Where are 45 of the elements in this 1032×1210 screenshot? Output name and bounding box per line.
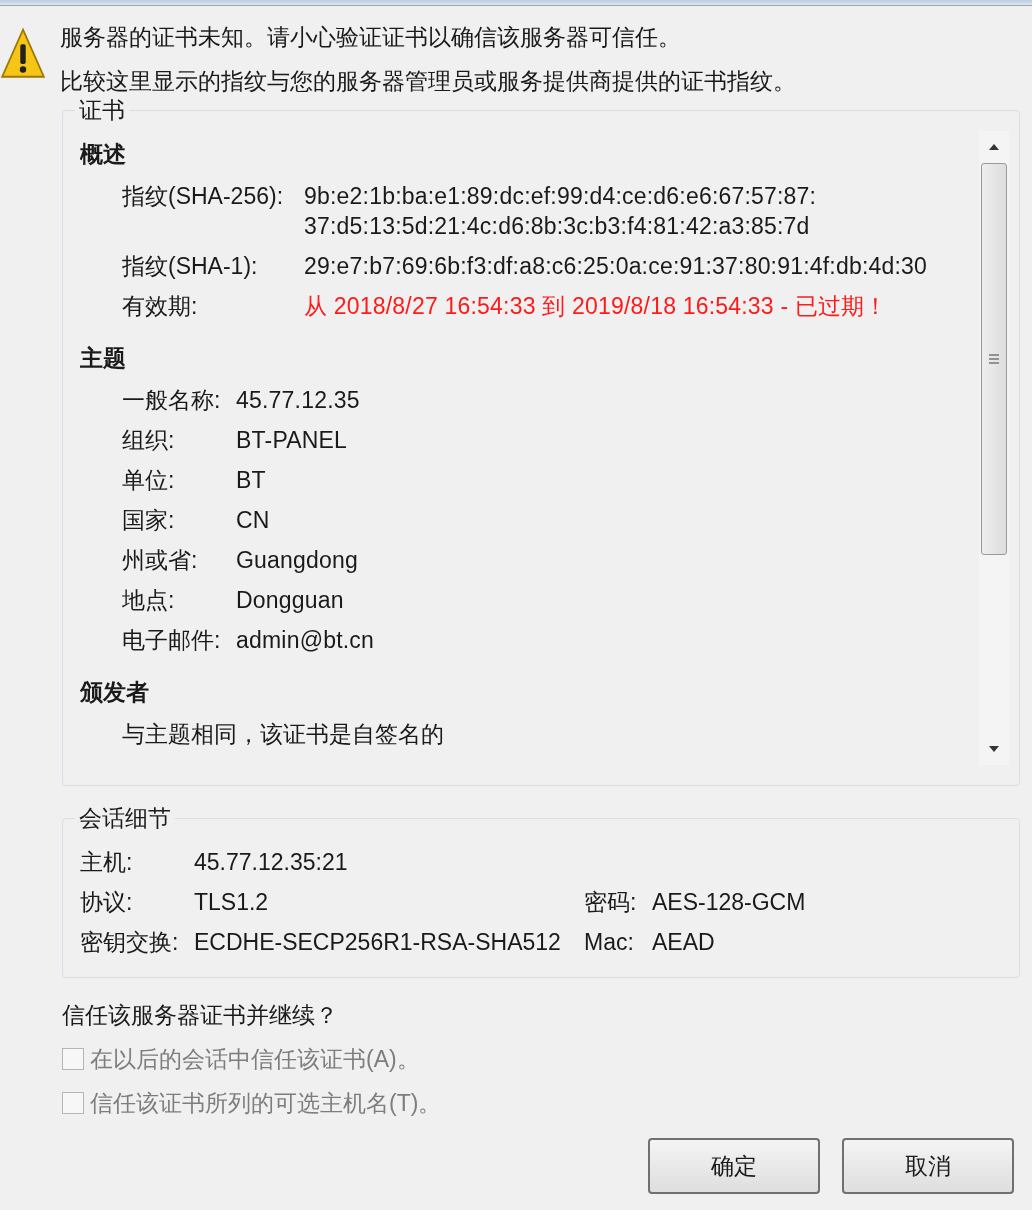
section-heading: 主题 [80,344,127,373]
issuer-note: 与主题相同，该证书是自签名的 [121,720,445,749]
grip-icon [988,354,1000,364]
field-value: 37:d5:13:5d:21:4c:d6:8b:3c:b3:f4:81:42:a3:85:7d [304,212,811,241]
warning-text: 比较这里显示的指纹与您的服务器管理员或服务提供商提供的证书指纹。 [60,67,796,96]
field-label: 一般名称: [122,386,222,415]
question-text: 信任该服务器证书并继续？ [62,1001,339,1030]
scroll-up-icon[interactable] [988,143,1000,151]
scroll-down-icon[interactable] [988,745,1000,753]
field-label: 有效期: [122,292,199,321]
dialog-button[interactable]: 确定 [648,1138,820,1194]
warning-text: 服务器的证书未知。请小心验证证书以确信该服务器可信任。 [60,23,682,52]
field-label: 国家: [122,506,176,535]
field-label: 组织: [122,426,176,455]
field-label: 州或省: [122,546,199,575]
field-label: 密码: [584,888,638,917]
field-value: ECDHE-SECP256R1-RSA-SHA512 [194,928,562,957]
field-value: AES-128-GCM [652,888,807,917]
field-value: BT-PANEL [236,426,349,455]
dialog-button[interactable]: 取消 [842,1138,1014,1194]
section-heading: 颁发者 [80,678,150,707]
field-value: Guangdong [236,546,360,575]
field-value: 29:e7:b7:69:6b:f3:df:a8:c6:25:0a:ce:91:37:80:91:4f:db:4d:30 [304,252,929,281]
field-value: AEAD [652,928,716,957]
field-label: 地点: [122,586,176,615]
field-value: 45.77.12.35:21 [194,848,349,877]
field-label: 密钥交换: [80,928,180,957]
field-label: Mac: [584,928,635,957]
field-value: admin@bt.cn [236,626,376,655]
field-label: 主机: [80,848,134,877]
field-value: TLS1.2 [194,888,270,917]
field-value: 9b:e2:1b:ba:e1:89:dc:ef:99:d4:ce:d6:e6:67:57:87: [304,182,818,211]
field-value: BT [236,466,267,495]
field-value: 45.77.12.35 [236,386,361,415]
field-value: CN [236,506,271,535]
field-label: 指纹(SHA-256): [122,182,285,211]
field-value: 从 2018/8/27 16:54:33 到 2019/8/18 16:54:33 - 已过期！ [304,292,889,321]
section-heading: 概述 [80,140,127,169]
field-label: 单位: [122,466,176,495]
field-label: 电子邮件: [122,626,222,655]
field-label: 协议: [80,888,134,917]
scrollbar[interactable] [979,131,1009,765]
field-value: Dongguan [236,586,345,615]
scrollbar-thumb[interactable] [981,163,1007,555]
field-label: 指纹(SHA-1): [122,252,259,281]
